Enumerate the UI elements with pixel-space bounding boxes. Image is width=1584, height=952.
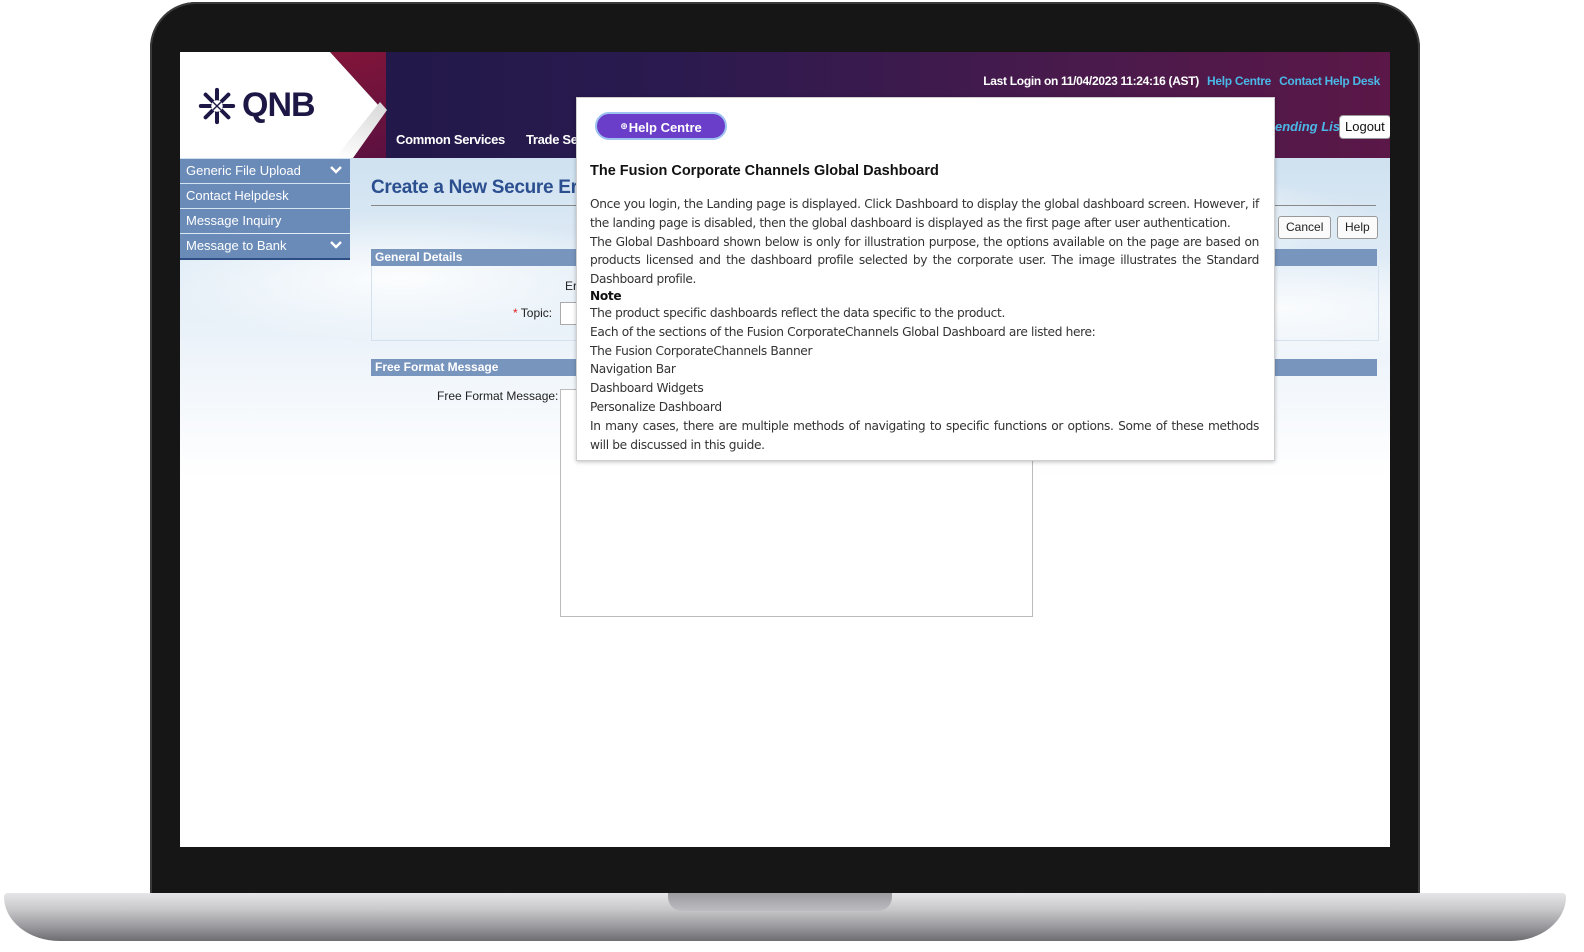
help-button[interactable]: Help	[1337, 216, 1378, 239]
note-heading: Note	[590, 288, 622, 303]
popup-line: Dashboard Widgets	[590, 381, 704, 396]
popup-paragraph: Once you login, the Landing page is disp…	[590, 197, 1259, 230]
popup-line: In many cases, there are multiple method…	[590, 418, 1259, 452]
popup-line: Personalize Dashboard	[590, 399, 722, 414]
logout-button[interactable]: Logout	[1339, 115, 1390, 139]
contact-help-desk-link[interactable]: Contact Help Desk	[1279, 74, 1380, 88]
page-title: Create a New Secure Er	[371, 177, 578, 198]
sidebar-item-contact-helpdesk[interactable]: Contact Helpdesk	[180, 184, 350, 208]
sidebar-item-message-to-bank[interactable]: Message to Bank	[180, 234, 350, 260]
sidebar-item-label: Message Inquiry	[186, 213, 282, 228]
pending-list-link[interactable]: ending List	[1275, 119, 1344, 134]
nav-common-services[interactable]: Common Services	[396, 132, 505, 147]
popup-title: The Fusion Corporate Channels Global Das…	[590, 163, 939, 179]
sidebar-item-message-inquiry[interactable]: Message Inquiry	[180, 209, 350, 233]
sidebar-item-generic-file-upload[interactable]: Generic File Upload	[180, 159, 350, 183]
app-screen: QNB Last Login on 11/04/2023 11:24:16 (A…	[180, 52, 1390, 847]
sidebar-item-label: Contact Helpdesk	[186, 188, 289, 203]
chevron-down-icon[interactable]	[330, 240, 342, 250]
popup-line: The Fusion CorporateChannels Banner	[590, 343, 813, 358]
help-centre-pill-button[interactable]: ⊕Help Centre	[595, 112, 727, 140]
popup-paragraph: The Global Dashboard shown below is only…	[590, 234, 1259, 287]
main-nav: Common Services Trade Serv	[396, 132, 590, 147]
external-link-icon: ⊕	[620, 121, 628, 131]
popup-line: Navigation Bar	[590, 362, 676, 377]
sidebar: Generic File Upload Contact Helpdesk Mes…	[180, 159, 350, 261]
qnb-logo[interactable]: QNB	[198, 86, 316, 125]
popup-line: Each of the sections of the Fusion Corpo…	[590, 324, 1096, 339]
help-centre-link[interactable]: Help Centre	[1207, 74, 1271, 88]
required-marker: *	[513, 306, 518, 320]
logo-text: QNB	[242, 86, 316, 124]
chevron-down-icon[interactable]	[330, 165, 342, 175]
laptop-notch	[668, 893, 892, 911]
free-format-label: Free Format Message:	[437, 389, 559, 403]
topic-label-text: Topic:	[520, 306, 553, 320]
topic-label: * Topic:	[513, 306, 552, 320]
qnb-logo-icon	[198, 87, 236, 124]
help-centre-popup: ⊕Help Centre The Fusion Corporate Channe…	[576, 97, 1275, 461]
popup-line: The product specific dashboards reflect …	[590, 305, 1005, 320]
help-pill-label: Help Centre	[628, 120, 702, 135]
last-login-text: Last Login on 11/04/2023 11:24:16 (AST)	[983, 74, 1199, 88]
cancel-button[interactable]: Cancel	[1278, 216, 1332, 239]
sidebar-item-label: Message to Bank	[186, 238, 287, 253]
sidebar-item-label: Generic File Upload	[186, 163, 301, 178]
popup-body: Once you login, the Landing page is disp…	[590, 195, 1259, 454]
header-utility-bar: Last Login on 11/04/2023 11:24:16 (AST) …	[983, 74, 1380, 88]
